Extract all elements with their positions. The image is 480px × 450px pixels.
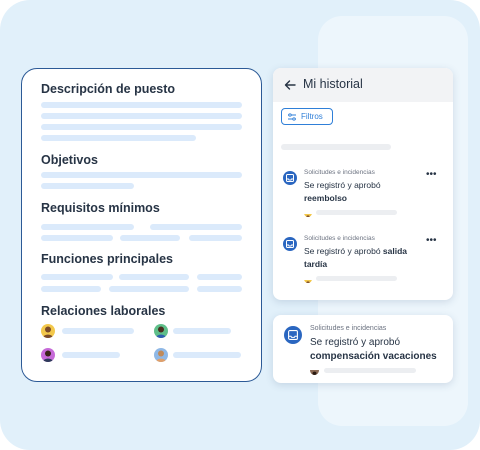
inbox-icon <box>283 171 297 185</box>
arrow-left-icon[interactable] <box>283 78 297 92</box>
text-placeholder-line <box>119 274 189 280</box>
text-placeholder-line <box>41 274 113 280</box>
sliders-icon <box>288 113 296 121</box>
avatar <box>310 366 319 375</box>
text-placeholder-line <box>173 352 241 358</box>
more-horizontal-icon[interactable]: ••• <box>426 170 437 180</box>
text-placeholder-line <box>150 224 242 230</box>
text-placeholder-line <box>62 352 120 358</box>
avatar <box>304 275 312 283</box>
text-placeholder-line <box>41 124 242 130</box>
text-placeholder-line <box>41 183 134 189</box>
section-title-main-functions: Funciones principales <box>41 252 173 266</box>
history-title: Mi historial <box>303 77 363 91</box>
job-description-card: Descripción de puesto Objetivos Requisit… <box>21 68 262 382</box>
section-title-description: Descripción de puesto <box>41 82 176 96</box>
section-title-work-relations: Relaciones laborales <box>41 304 166 318</box>
more-horizontal-icon[interactable]: ••• <box>426 236 437 246</box>
inbox-icon <box>284 326 302 344</box>
text-placeholder-line <box>41 286 101 292</box>
avatar <box>154 348 168 362</box>
filter-button-label: Filtros <box>301 112 323 121</box>
text-placeholder-line <box>316 210 397 215</box>
event-description[interactable]: Se registró y aprobó salida tardía <box>304 245 422 271</box>
text-placeholder-line <box>109 286 189 292</box>
avatar <box>41 348 55 362</box>
inbox-icon <box>283 237 297 251</box>
text-placeholder-line <box>316 276 397 281</box>
event-category: Solicitudes e incidencias <box>304 235 375 242</box>
loading-placeholder <box>281 144 391 150</box>
section-title-objectives: Objetivos <box>41 153 98 167</box>
avatar <box>304 209 312 217</box>
event-description: Se registró y aprobó compensación vacaci… <box>310 337 437 362</box>
avatar <box>41 324 55 338</box>
text-placeholder-line <box>41 135 196 141</box>
event-category: Solicitudes e incidencias <box>304 169 375 176</box>
event-category: Solicitudes e incidencias <box>310 325 387 332</box>
text-placeholder-line <box>189 235 242 241</box>
text-placeholder-line <box>41 235 113 241</box>
filter-button[interactable]: Filtros <box>281 108 333 125</box>
text-placeholder-line <box>62 328 134 334</box>
history-header: Mi historial <box>273 68 453 102</box>
event-description[interactable]: Se registró y aprobó reembolso <box>304 179 414 205</box>
text-placeholder-line <box>120 235 180 241</box>
text-placeholder-line <box>41 224 134 230</box>
text-placeholder-line <box>41 113 242 119</box>
section-title-requirements: Requisitos mínimos <box>41 201 160 215</box>
floating-event-card[interactable]: Solicitudes e incidencias Se registró y … <box>273 315 453 383</box>
text-placeholder-line <box>197 274 242 280</box>
text-placeholder-line <box>41 102 242 108</box>
text-placeholder-line <box>324 368 416 373</box>
text-placeholder-line <box>173 328 231 334</box>
text-placeholder-line <box>197 286 242 292</box>
history-panel: Mi historial Filtros Solicitudes e incid… <box>273 68 453 300</box>
text-placeholder-line <box>41 172 242 178</box>
avatar <box>154 324 168 338</box>
